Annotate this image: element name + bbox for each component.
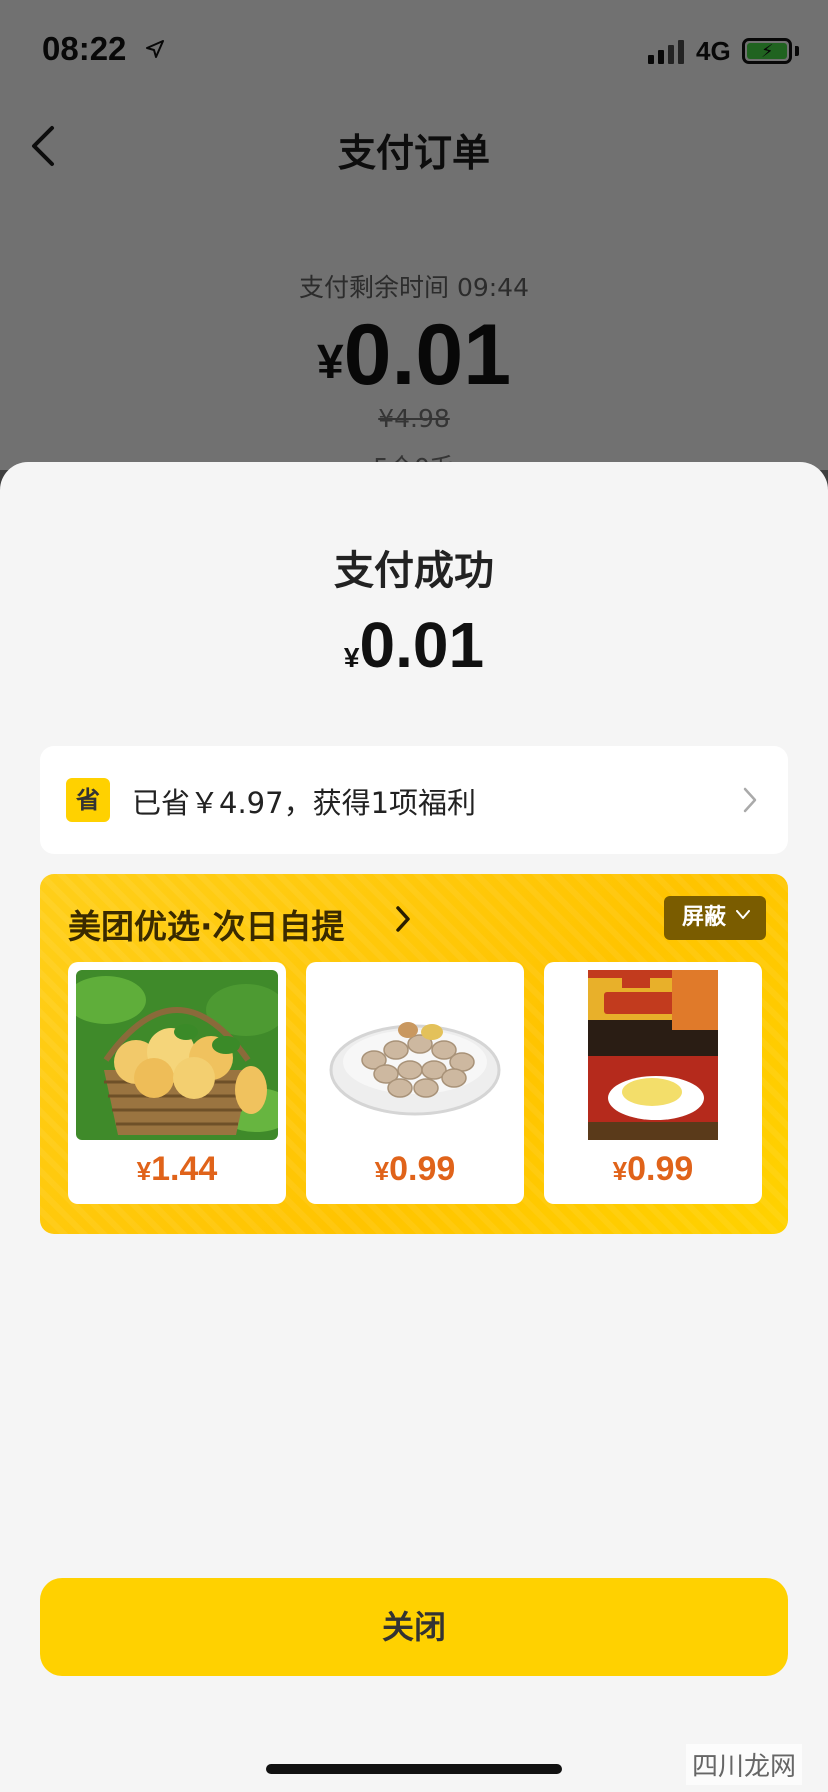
product-currency: ¥ (136, 1156, 152, 1186)
hide-button-label: 屏蔽 (682, 905, 727, 930)
savings-card[interactable]: 省 已省￥4.97，获得1项福利 (40, 746, 788, 854)
watermark: 四川龙网 (685, 1744, 802, 1785)
product-price: ¥1.44 (68, 1150, 286, 1189)
payment-success-sheet: 支付成功 ¥0.01 省 已省￥4.97，获得1项福利 美团优选·次日自提 屏蔽 (0, 462, 828, 1792)
savings-badge: 省 (66, 778, 110, 822)
product-price-value: 0.99 (627, 1150, 694, 1188)
product-image-salt-baked-powder[interactable] (552, 970, 754, 1140)
promo-card: 美团优选·次日自提 屏蔽 ¥1.44 ¥0.99 ¥0.99 (40, 874, 788, 1234)
product-card[interactable]: ¥0.99 (544, 962, 762, 1204)
promo-title[interactable]: 美团优选·次日自提 (68, 900, 345, 948)
product-card[interactable]: ¥0.99 (306, 962, 524, 1204)
product-card[interactable]: ¥1.44 (68, 962, 286, 1204)
paid-amount-value: 0.01 (359, 609, 485, 681)
paid-amount: ¥0.01 (0, 608, 828, 682)
hide-button[interactable]: 屏蔽 (664, 896, 766, 940)
close-button[interactable]: 关闭 (40, 1578, 788, 1676)
success-title: 支付成功 (334, 548, 494, 594)
product-price: ¥0.99 (544, 1150, 762, 1189)
product-image-apricots[interactable] (76, 970, 278, 1140)
chevron-right-icon[interactable] (396, 906, 410, 932)
home-indicator[interactable] (266, 1764, 562, 1774)
savings-text: 已省￥4.97，获得1项福利 (132, 786, 477, 820)
product-currency: ¥ (374, 1156, 390, 1186)
product-currency: ¥ (612, 1156, 628, 1186)
product-price-value: 0.99 (389, 1150, 456, 1188)
chevron-right-icon (743, 787, 757, 813)
chevron-down-icon (736, 910, 750, 919)
product-list: ¥1.44 ¥0.99 ¥0.99 (68, 962, 762, 1204)
product-image-ginkgo[interactable] (314, 970, 516, 1140)
paid-currency: ¥ (343, 642, 360, 673)
product-price: ¥0.99 (306, 1150, 524, 1189)
product-price-value: 1.44 (151, 1150, 218, 1188)
